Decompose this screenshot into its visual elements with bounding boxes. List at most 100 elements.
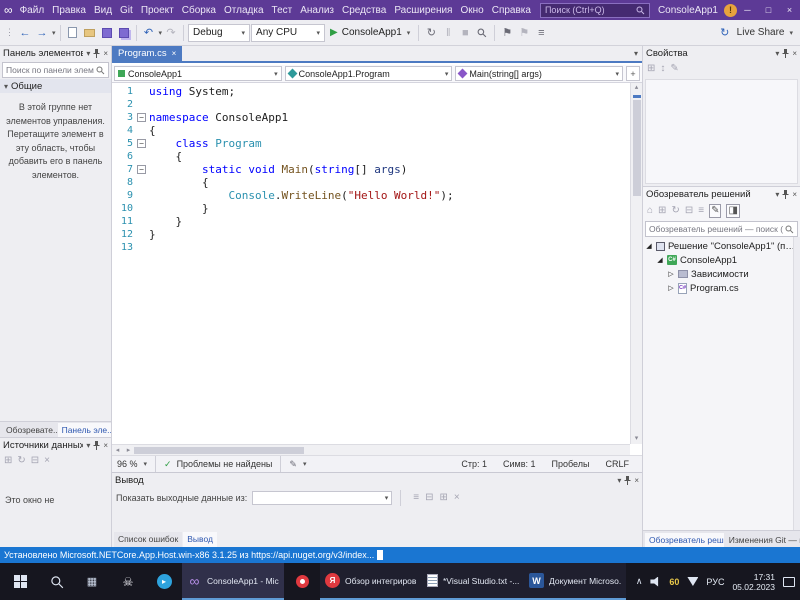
break-all-button[interactable]: ‖ xyxy=(440,24,456,42)
new-file-button[interactable] xyxy=(65,24,81,42)
document-list-dropdown[interactable]: ▾ xyxy=(634,46,642,61)
menu-item-4[interactable]: Проект xyxy=(137,5,178,16)
menu-item-8[interactable]: Анализ xyxy=(296,5,338,16)
code-line[interactable]: { xyxy=(136,150,630,163)
editor-config-icon[interactable]: ✎ xyxy=(289,459,297,470)
scroll-right-icon[interactable]: ▸ xyxy=(123,446,134,454)
tree-expanded-icon[interactable]: ◢ xyxy=(656,256,664,264)
spaces-indicator[interactable]: Пробелы xyxy=(552,459,590,469)
code-line[interactable]: } xyxy=(136,202,630,215)
clear-all-icon[interactable]: ⊟ xyxy=(425,492,433,504)
output-tab-0[interactable]: Список ошибок xyxy=(114,532,183,547)
scrollbar-thumb[interactable] xyxy=(134,446,304,454)
pin-icon[interactable] xyxy=(782,49,789,58)
network-icon[interactable] xyxy=(687,577,699,586)
user-avatar[interactable]: ! xyxy=(724,3,737,17)
right-tab-1[interactable]: Изменения Git — п... xyxy=(724,533,800,547)
taskbar-button-skull-app[interactable]: ☠ xyxy=(110,563,146,600)
close-icon[interactable]: × xyxy=(792,49,797,58)
scroll-down-icon[interactable]: ▾ xyxy=(635,434,639,444)
right-tab-0[interactable]: Обозреватель реше... xyxy=(645,533,724,547)
scroll-up-icon[interactable]: ▴ xyxy=(635,83,639,93)
close-icon[interactable]: × xyxy=(792,190,797,199)
output-header[interactable]: Вывод ▾ × xyxy=(112,473,642,488)
menu-item-7[interactable]: Тест xyxy=(268,5,297,16)
keyboard-language[interactable]: РУС xyxy=(706,577,724,587)
zoom-level[interactable]: 96 % xyxy=(117,459,138,469)
editor-vertical-scrollbar[interactable]: ▴ ▾ xyxy=(630,83,642,444)
open-file-button[interactable] xyxy=(82,24,98,42)
undo-button[interactable]: ↶ xyxy=(141,24,157,42)
pin-icon[interactable] xyxy=(782,190,789,199)
tree-collapsed-icon[interactable]: ▷ xyxy=(667,270,675,278)
code-editor[interactable]: 1 2 3 4 5 6 7 8 9 10 11 12 13 using System; − namespac… xyxy=(112,83,630,444)
panel-options-icon[interactable]: ▾ xyxy=(86,441,90,450)
find-in-files-button[interactable] xyxy=(474,24,490,42)
taskbar-button-word[interactable]: W Документ Microso... xyxy=(524,563,626,600)
taskbar-button-yandex-browser[interactable]: Я Обзор интегриров... xyxy=(320,563,422,600)
toolbox-tab-1[interactable]: Панель эле... xyxy=(57,423,111,437)
menu-item-6[interactable]: Отладка xyxy=(220,5,268,16)
project-dropdown[interactable]: ConsoleApp1 ▾ xyxy=(114,66,282,81)
quick-search-box[interactable]: Поиск (Ctrl+Q) xyxy=(539,2,650,18)
save-all-button[interactable] xyxy=(116,24,132,42)
property-pages-icon[interactable]: ✎ xyxy=(670,63,678,75)
nav-bar-expand-button[interactable]: + xyxy=(626,66,641,81)
code-line[interactable]: using System; xyxy=(136,85,630,98)
panel-options-icon[interactable]: ▾ xyxy=(775,49,779,58)
code-line[interactable]: − namespace ConsoleApp1 xyxy=(136,111,630,124)
menu-item-9[interactable]: Средства xyxy=(338,5,390,16)
toolbox-header[interactable]: Панель элементов ▾ × xyxy=(0,46,111,61)
add-data-source-icon[interactable]: ⊞ xyxy=(4,455,12,467)
start-button[interactable] xyxy=(0,563,40,600)
tree-item-solution[interactable]: ◢ Решение "ConsoleApp1" (проекты: 1 из 1) xyxy=(643,239,800,253)
code-line[interactable]: Console.WriteLine("Hello World!"); xyxy=(136,189,630,202)
battery-indicator[interactable]: 60 xyxy=(669,577,679,587)
tree-item-project-consoleapp1[interactable]: ◢ C# ConsoleApp1 xyxy=(643,253,800,267)
tree-collapsed-icon[interactable]: ▷ xyxy=(667,284,675,292)
panel-options-icon[interactable]: ▾ xyxy=(775,190,779,199)
preview-selected-icon[interactable]: ◨ xyxy=(726,204,740,218)
outline-menu-button[interactable]: ≡ xyxy=(533,24,549,42)
taskbar-button-telegram[interactable]: ▸ xyxy=(146,563,182,600)
code-line[interactable]: { xyxy=(136,124,630,137)
pin-icon[interactable] xyxy=(93,49,100,58)
save-button[interactable] xyxy=(99,24,115,42)
menu-item-12[interactable]: Справка xyxy=(488,5,535,16)
menu-item-0[interactable]: Файл xyxy=(16,5,49,16)
hot-reload-button[interactable]: ↻ xyxy=(423,24,439,42)
live-share-button[interactable]: ↻ Live Share ▾ xyxy=(717,24,797,42)
collapse-all-icon[interactable]: ⊟ xyxy=(685,205,693,217)
remove-data-icon[interactable]: × xyxy=(44,455,50,467)
navigate-forward-button[interactable]: → xyxy=(34,24,50,42)
pin-icon[interactable] xyxy=(93,441,100,450)
show-all-files-icon[interactable]: ≡ xyxy=(698,205,704,217)
hidden-icons-chevron[interactable]: ∧ xyxy=(636,576,643,587)
stop-button[interactable]: ■ xyxy=(457,24,473,42)
tree-expanded-icon[interactable]: ◢ xyxy=(645,242,653,250)
menu-item-11[interactable]: Окно xyxy=(456,5,487,16)
pin-icon[interactable] xyxy=(624,476,631,485)
refresh-data-icon[interactable]: ↻ xyxy=(17,455,25,467)
code-line[interactable] xyxy=(136,98,630,111)
scroll-left-icon[interactable]: ◂ xyxy=(112,446,123,454)
code-line[interactable]: } xyxy=(136,215,630,228)
code-lines[interactable]: using System; − namespace ConsoleApp1{− cl… xyxy=(136,83,630,444)
menu-item-2[interactable]: Вид xyxy=(90,5,116,16)
menu-item-5[interactable]: Сборка xyxy=(178,5,220,16)
fold-toggle-icon[interactable]: − xyxy=(137,113,146,122)
platform-combo[interactable]: Any CPU ▾ xyxy=(251,23,326,42)
bookmark-button[interactable]: ⚑ xyxy=(499,24,515,42)
navigate-dropdown-icon[interactable]: ▾ xyxy=(52,29,56,37)
solution-search-input[interactable]: Обозреватель решений — поиск (Ctrl+ж xyxy=(645,221,798,237)
taskbar-button-notepad[interactable]: *Visual Studio.txt -... xyxy=(422,563,524,600)
volume-icon[interactable] xyxy=(650,576,659,587)
toolbox-search-input[interactable]: Поиск по панели элемен xyxy=(2,62,109,78)
menu-item-3[interactable]: Git xyxy=(116,5,137,16)
properties-header[interactable]: Свойства ▾ × xyxy=(643,46,800,61)
eol-indicator[interactable]: CRLF xyxy=(605,459,629,469)
fold-toggle-icon[interactable]: − xyxy=(137,139,146,148)
data-sources-header[interactable]: Источники данных ▾ × xyxy=(0,438,111,453)
toolbar-grip[interactable]: ⋮ xyxy=(3,27,16,38)
expand-all-icon[interactable]: ⊞ xyxy=(439,492,447,504)
